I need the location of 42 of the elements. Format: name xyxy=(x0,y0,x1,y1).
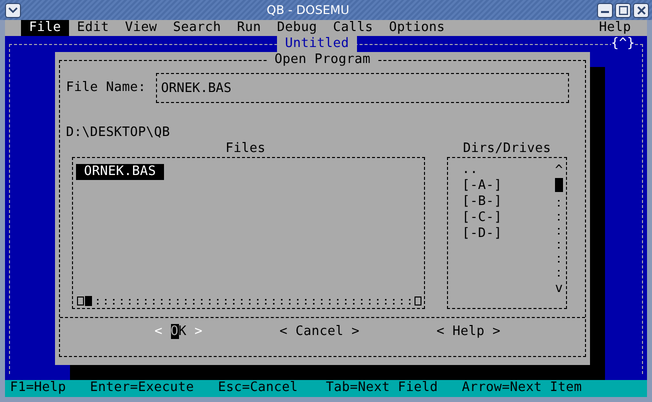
menu-item[interactable]: Search xyxy=(165,20,229,36)
menu-item[interactable]: Debug xyxy=(268,20,325,36)
dialog-button[interactable]: < OK > xyxy=(154,324,202,340)
status-hint: Tab=Next Field xyxy=(326,380,438,397)
drive-item[interactable]: [-A-] xyxy=(460,178,504,194)
dialog-title: Open Program xyxy=(266,52,378,68)
minimize-button[interactable] xyxy=(597,2,613,18)
menu-item[interactable]: View xyxy=(117,20,165,36)
maximize-icon xyxy=(618,6,628,14)
menu-item[interactable]: Options xyxy=(380,20,453,36)
drive-item[interactable]: [-C-] xyxy=(460,210,504,226)
status-hint: Arrow=Next Item xyxy=(462,380,582,397)
chevron-icon xyxy=(8,6,18,14)
dialog-button[interactable]: < Help > xyxy=(436,324,500,340)
dialog-button[interactable]: < Cancel > xyxy=(280,324,360,340)
file-name-field[interactable]: ORNEK.BAS xyxy=(156,73,569,103)
status-hint: Enter=Execute xyxy=(90,380,194,397)
status-hint: F1=Help xyxy=(10,380,66,397)
close-icon xyxy=(636,6,646,14)
scroll-down-arrow[interactable]: v xyxy=(555,282,563,296)
scroll-up-arrow[interactable]: ^ xyxy=(555,164,563,178)
horizontal-scrollbar[interactable] xyxy=(77,296,422,306)
menu-item[interactable]: Run xyxy=(228,20,269,36)
file-name-label: File Name: xyxy=(66,80,147,96)
editor-title: Untitled xyxy=(277,36,357,52)
maximize-marker[interactable]: {^} xyxy=(611,36,635,52)
menu-item[interactable]: Help xyxy=(591,20,639,36)
files-heading: Files xyxy=(224,141,266,157)
menu-item[interactable]: Calls xyxy=(324,20,381,36)
close-button[interactable] xyxy=(633,2,649,18)
status-hint: Esc=Cancel xyxy=(218,380,298,397)
drive-item[interactable]: [-D-] xyxy=(460,226,504,242)
menu-item[interactable]: Edit xyxy=(69,20,117,36)
dirs-heading: Dirs/Drives xyxy=(462,141,552,157)
drive-item[interactable]: .. xyxy=(460,162,480,178)
listed-program[interactable]: ORNEK.BAS xyxy=(76,164,164,180)
menu-item[interactable]: File xyxy=(21,20,69,36)
current-path: D:\DESKTOP\QB xyxy=(66,125,171,141)
window-title: QB - DOSEMU xyxy=(266,3,350,17)
drive-item[interactable]: [-B-] xyxy=(460,194,504,210)
maximize-button[interactable] xyxy=(615,2,631,18)
window-menu-button[interactable] xyxy=(5,2,21,18)
